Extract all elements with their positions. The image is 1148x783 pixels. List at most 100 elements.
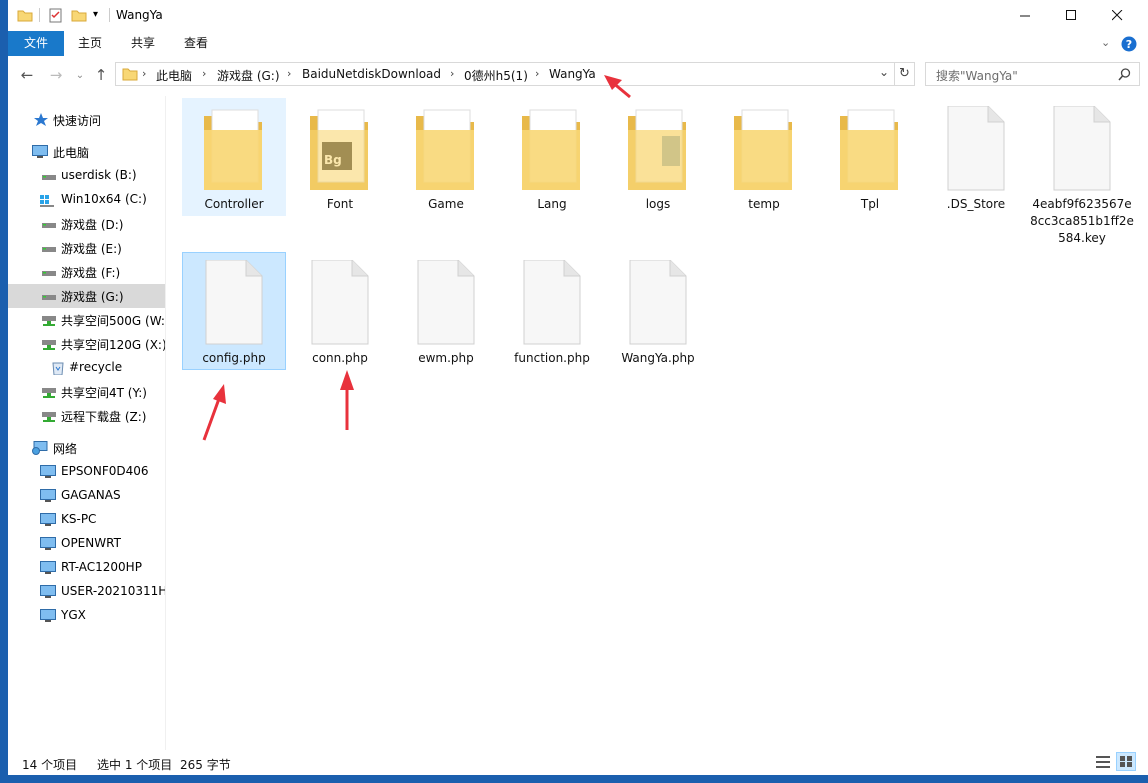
folder-name: Game — [428, 197, 464, 211]
sidebar-item-drive-w[interactable]: 共享空间500G (W:) — [8, 308, 165, 332]
search-input[interactable]: 搜索"WangYa" — [936, 67, 1018, 84]
close-icon — [1111, 10, 1122, 21]
ribbon-expand-icon[interactable]: ⌄ — [1101, 36, 1110, 49]
breadcrumb-separator-icon: › — [287, 67, 292, 80]
sidebar-item-network-pc[interactable]: GAGANAS — [8, 484, 165, 508]
file-item[interactable]: .DS_Store — [924, 98, 1028, 216]
help-icon[interactable]: ? — [1121, 36, 1137, 52]
folder-item[interactable]: Game — [394, 98, 498, 216]
sidebar-item-label: 共享空间4T (Y:) — [61, 386, 147, 400]
file-icon — [311, 260, 369, 345]
forward-button[interactable]: → — [46, 64, 66, 86]
address-dropdown-icon[interactable]: ⌄ — [879, 65, 889, 79]
folder-item[interactable]: logs — [606, 98, 710, 216]
properties-icon[interactable] — [48, 7, 64, 23]
explorer-window: ▾ WangYa 文件 主页 共享 查看 ⌄ ? ← → ⌄ ↑ › 此电脑 ›… — [8, 0, 1148, 775]
folder-name: Controller — [204, 197, 264, 211]
file-item[interactable]: 4eabf9f623567e8cc3ca851b1ff2e584.key — [1030, 98, 1134, 250]
sidebar-item-network-pc[interactable]: OPENWRT — [8, 532, 165, 556]
new-folder-icon[interactable] — [71, 7, 87, 23]
search-box[interactable]: 搜索"WangYa" — [925, 62, 1140, 86]
network-icon — [32, 441, 48, 455]
navigation-pane-divider[interactable] — [165, 96, 166, 750]
sidebar-item-drive-c[interactable]: Win10x64 (C:) — [8, 188, 165, 212]
sidebar-item-label: 共享空间500G (W:) — [61, 314, 165, 328]
folder-name: temp — [748, 197, 780, 211]
sidebar-item-label: Win10x64 (C:) — [61, 192, 147, 206]
sidebar-item-drive-d[interactable]: 游戏盘 (D:) — [8, 212, 165, 236]
sidebar-item-drive-g[interactable]: 游戏盘 (G:) — [8, 284, 165, 308]
sidebar-item-label: 共享空间120G (X:) — [61, 338, 167, 352]
tab-view[interactable]: 查看 — [172, 31, 220, 56]
folder-icon: Bg — [310, 109, 368, 190]
large-icons-view-button[interactable] — [1116, 752, 1136, 771]
search-icon[interactable] — [1118, 68, 1131, 81]
sidebar-item-this-pc[interactable]: 此电脑 — [8, 140, 165, 164]
network-drive-icon — [42, 388, 56, 398]
folder-item[interactable]: Bg Font — [288, 98, 392, 216]
tab-file[interactable]: 文件 — [8, 31, 64, 56]
maximize-button[interactable] — [1048, 0, 1094, 31]
folder-item[interactable]: Lang — [500, 98, 604, 216]
close-button[interactable] — [1094, 0, 1140, 31]
file-name: function.php — [514, 351, 590, 365]
up-button[interactable]: ↑ — [91, 64, 111, 86]
tab-home[interactable]: 主页 — [66, 31, 114, 56]
breadcrumb-current[interactable]: WangYa — [549, 67, 596, 81]
breadcrumb-drive[interactable]: 游戏盘 (G:) — [217, 67, 280, 84]
file-item[interactable]: config.php — [182, 252, 286, 370]
folder-icon — [628, 109, 686, 190]
windows-drive-icon — [40, 195, 54, 207]
folder-item[interactable]: Controller — [182, 98, 286, 216]
file-icon — [629, 260, 687, 345]
drive-icon — [42, 271, 56, 276]
forward-arrow-icon: → — [49, 66, 63, 84]
tab-share[interactable]: 共享 — [119, 31, 167, 56]
back-button[interactable]: ← — [17, 64, 37, 86]
refresh-icon[interactable]: ↻ — [899, 66, 910, 81]
computer-icon — [40, 489, 56, 502]
breadcrumb-separator-icon: › — [202, 67, 207, 80]
sidebar-item-drive-z[interactable]: 远程下载盘 (Z:) — [8, 404, 165, 428]
sidebar-item-label: userdisk (B:) — [61, 168, 137, 182]
file-icon — [1053, 106, 1111, 191]
file-item[interactable]: conn.php — [288, 252, 392, 370]
breadcrumb-this-pc[interactable]: 此电脑 — [156, 67, 192, 84]
svg-text:?: ? — [1126, 38, 1132, 51]
breadcrumb-download[interactable]: BaiduNetdiskDownload — [302, 67, 441, 81]
sidebar-item-label: USER-20210311HI — [61, 584, 165, 598]
details-view-icon[interactable] — [1095, 755, 1111, 769]
sidebar-item-drive-f[interactable]: 游戏盘 (F:) — [8, 260, 165, 284]
computer-icon — [40, 561, 56, 574]
file-item[interactable]: function.php — [500, 252, 604, 370]
up-arrow-icon: ↑ — [94, 66, 108, 84]
breadcrumb-project[interactable]: 0德州h5(1) — [464, 67, 528, 84]
recent-locations-button[interactable]: ⌄ — [70, 64, 90, 86]
file-name: ewm.php — [418, 351, 474, 365]
sidebar-item-drive-y[interactable]: 共享空间4T (Y:) — [8, 380, 165, 404]
computer-icon — [40, 585, 56, 598]
sidebar-item-quick-access[interactable]: 快速访问 — [8, 108, 165, 132]
address-bar[interactable]: › 此电脑 › 游戏盘 (G:) › BaiduNetdiskDownload … — [115, 62, 915, 86]
chevron-down-icon: ⌄ — [75, 69, 85, 81]
minimize-button[interactable] — [1002, 0, 1048, 31]
folder-item[interactable]: Tpl — [818, 98, 922, 216]
sidebar-item-label: 游戏盘 (D:) — [61, 218, 124, 232]
qat-dropdown-icon[interactable]: ▾ — [93, 9, 98, 20]
file-icon — [947, 106, 1005, 191]
sidebar-item-drive-b[interactable]: userdisk (B:) — [8, 164, 165, 188]
file-icon — [523, 260, 581, 345]
sidebar-item-drive-e[interactable]: 游戏盘 (E:) — [8, 236, 165, 260]
sidebar-item-network-pc[interactable]: YGX — [8, 604, 165, 628]
file-item[interactable]: ewm.php — [394, 252, 498, 370]
sidebar-item-network[interactable]: 网络 — [8, 436, 165, 460]
sidebar-item-network-pc[interactable]: EPSONF0D406 — [8, 460, 165, 484]
sidebar-item-network-pc[interactable]: USER-20210311HI — [8, 580, 165, 604]
drive-icon — [42, 247, 56, 252]
sidebar-item-network-pc[interactable]: KS-PC — [8, 508, 165, 532]
folder-item[interactable]: temp — [712, 98, 816, 216]
file-item[interactable]: WangYa.php — [606, 252, 710, 370]
sidebar-item-network-pc[interactable]: RT-AC1200HP — [8, 556, 165, 580]
sidebar-item-recycle[interactable]: #recycle — [8, 356, 165, 380]
sidebar-item-drive-x[interactable]: 共享空间120G (X:) — [8, 332, 167, 356]
